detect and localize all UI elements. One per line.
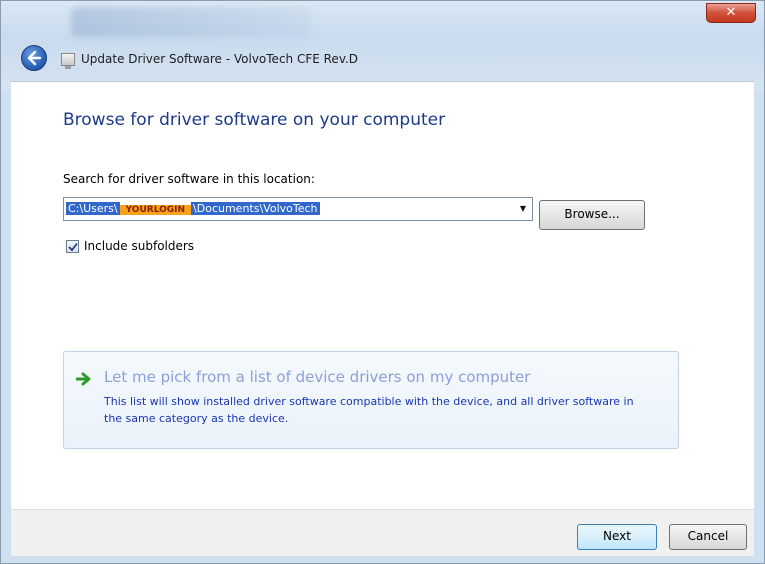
wizard-window: ✕ Update Driver Software - VolvoTech CFE… <box>0 0 765 564</box>
path-prefix: C:\Users\ <box>66 202 120 215</box>
wizard-content: Browse for driver software on your compu… <box>11 81 754 510</box>
browse-button[interactable]: Browse... <box>539 200 645 230</box>
window-title: Update Driver Software - VolvoTech CFE R… <box>81 52 359 66</box>
page-heading: Browse for driver software on your compu… <box>63 110 446 130</box>
include-subfolders-checkbox[interactable] <box>66 240 79 253</box>
pick-from-list-option[interactable]: Let me pick from a list of device driver… <box>63 351 679 449</box>
pick-option-title: Let me pick from a list of device driver… <box>104 368 531 386</box>
next-button[interactable]: Next <box>577 524 657 550</box>
close-icon: ✕ <box>725 5 737 20</box>
cancel-button[interactable]: Cancel <box>669 524 747 550</box>
search-location-label: Search for driver software in this locat… <box>63 172 315 186</box>
path-suffix: \Documents\VolvoTech <box>191 202 320 215</box>
path-user-highlight: YOURLOGIN <box>119 205 192 215</box>
title-bar: ✕ Update Driver Software - VolvoTech CFE… <box>1 1 764 91</box>
driver-device-icon <box>61 53 75 69</box>
background-blur <box>71 7 311 37</box>
location-combobox[interactable]: C:\Users\ YOURLOGIN \Documents\VolvoTech ▼ <box>63 197 533 221</box>
check-icon <box>68 242 78 252</box>
location-path-value[interactable]: C:\Users\ YOURLOGIN \Documents\VolvoTech <box>66 201 320 217</box>
dropdown-arrow-icon[interactable]: ▼ <box>514 198 532 220</box>
green-arrow-icon <box>76 372 91 386</box>
include-subfolders-label[interactable]: Include subfolders <box>84 239 194 253</box>
pick-option-description: This list will show installed driver sof… <box>104 395 634 425</box>
back-arrow-icon <box>27 50 42 66</box>
back-button[interactable] <box>21 45 47 71</box>
close-button[interactable]: ✕ <box>706 3 756 23</box>
button-bar: Next Cancel <box>11 509 754 556</box>
